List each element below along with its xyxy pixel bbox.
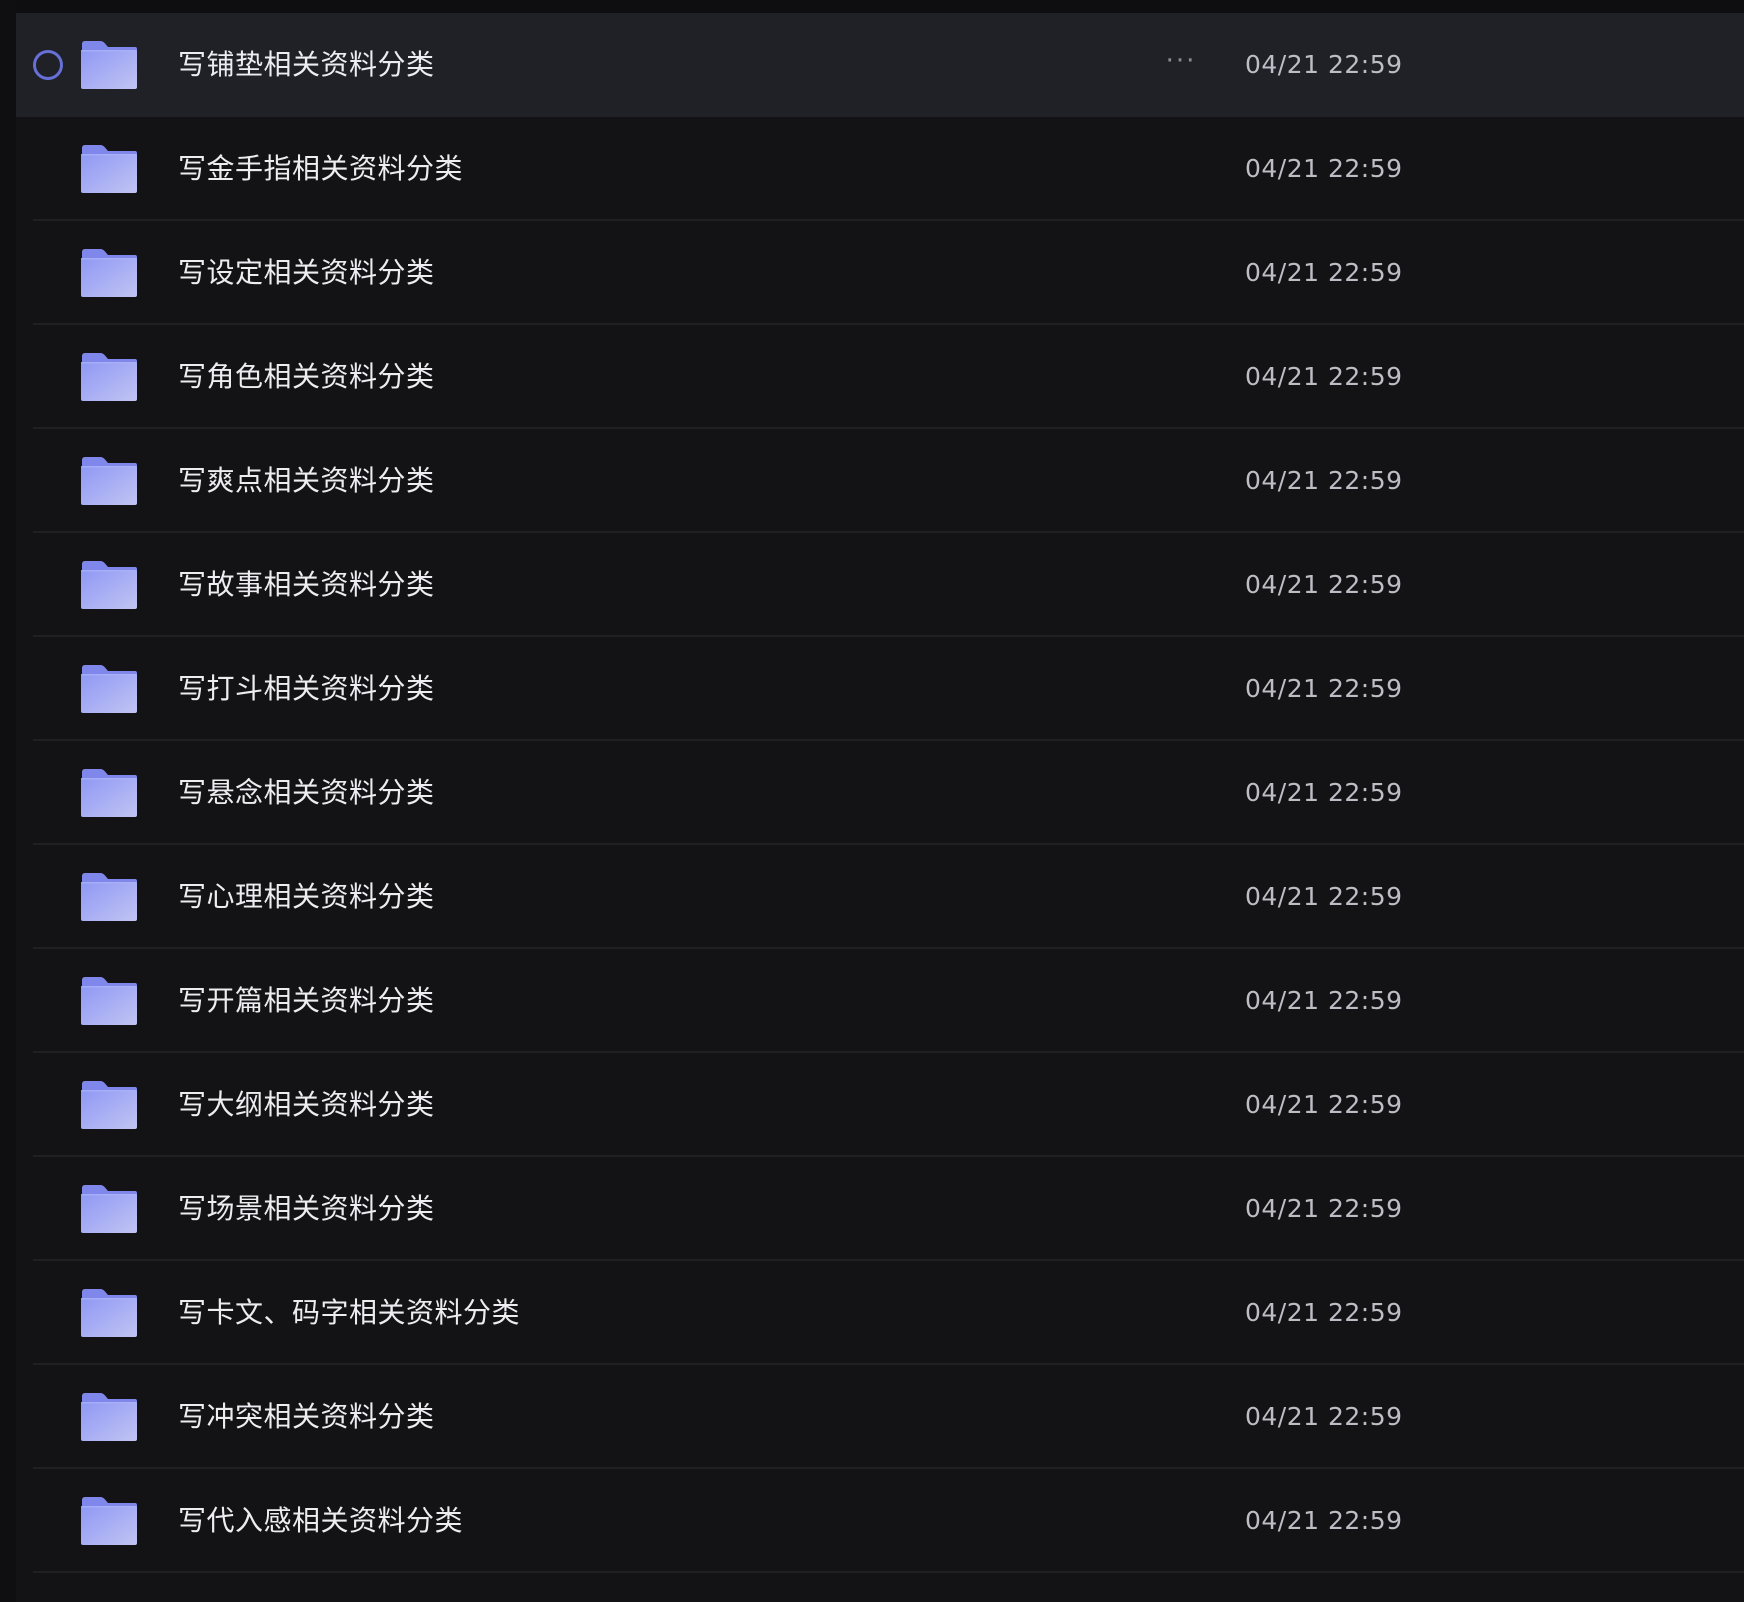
folder-icon xyxy=(80,872,138,922)
file-name[interactable]: 写悬念相关资料分类 xyxy=(178,741,435,845)
modified-date: 04/21 22:59 xyxy=(1245,882,1403,911)
file-row[interactable]: 写卡文、码字相关资料分类 ··· 04/21 22:59 xyxy=(16,1261,1744,1365)
folder-icon xyxy=(80,1184,138,1234)
file-row[interactable]: 写大纲相关资料分类 ··· 04/21 22:59 xyxy=(16,1053,1744,1157)
file-name[interactable]: 写冲突相关资料分类 xyxy=(178,1365,435,1469)
modified-date: 04/21 22:59 xyxy=(1245,1194,1403,1223)
folder-icon xyxy=(80,144,138,194)
select-checkbox[interactable] xyxy=(33,50,63,80)
folder-icon xyxy=(80,976,138,1026)
modified-date: 04/21 22:59 xyxy=(1245,1298,1403,1327)
file-name[interactable]: 写大纲相关资料分类 xyxy=(178,1053,435,1157)
file-name[interactable]: 写铺垫相关资料分类 xyxy=(178,13,435,117)
folder-icon xyxy=(80,40,138,90)
left-edge xyxy=(0,0,16,1602)
modified-date: 04/21 22:59 xyxy=(1245,1402,1403,1431)
folder-icon xyxy=(80,248,138,298)
file-row[interactable]: 写开篇相关资料分类 ··· 04/21 22:59 xyxy=(16,949,1744,1053)
file-name[interactable]: 写开篇相关资料分类 xyxy=(178,949,435,1053)
modified-date: 04/21 22:59 xyxy=(1245,570,1403,599)
folder-icon xyxy=(80,560,138,610)
modified-date: 04/21 22:59 xyxy=(1245,674,1403,703)
modified-date: 04/21 22:59 xyxy=(1245,1506,1403,1535)
modified-date: 04/21 22:59 xyxy=(1245,1090,1403,1119)
file-row[interactable]: 写代入感相关资料分类 ··· 04/21 22:59 xyxy=(16,1469,1744,1573)
file-row[interactable]: 写爽点相关资料分类 ··· 04/21 22:59 xyxy=(16,429,1744,533)
folder-icon xyxy=(80,1496,138,1546)
file-name[interactable]: 写代入感相关资料分类 xyxy=(178,1469,463,1573)
file-name[interactable]: 写金手指相关资料分类 xyxy=(178,117,463,221)
file-row[interactable]: 写冲突相关资料分类 ··· 04/21 22:59 xyxy=(16,1365,1744,1469)
file-browser: 写铺垫相关资料分类 ··· 04/21 22:59 写金手指相关资料分类 ···… xyxy=(0,0,1744,1602)
folder-icon xyxy=(80,1080,138,1130)
folder-icon xyxy=(80,1288,138,1338)
modified-date: 04/21 22:59 xyxy=(1245,986,1403,1015)
file-name[interactable]: 写卡文、码字相关资料分类 xyxy=(178,1261,520,1365)
file-name[interactable]: 写故事相关资料分类 xyxy=(178,533,435,637)
folder-icon xyxy=(80,664,138,714)
file-row[interactable]: 写设定相关资料分类 ··· 04/21 22:59 xyxy=(16,221,1744,325)
modified-date: 04/21 22:59 xyxy=(1245,154,1403,183)
file-row[interactable]: 写场景相关资料分类 ··· 04/21 22:59 xyxy=(16,1157,1744,1261)
file-name[interactable]: 写打斗相关资料分类 xyxy=(178,637,435,741)
file-row[interactable]: 写打斗相关资料分类 ··· 04/21 22:59 xyxy=(16,637,1744,741)
file-list: 写铺垫相关资料分类 ··· 04/21 22:59 写金手指相关资料分类 ···… xyxy=(16,13,1744,1573)
folder-icon xyxy=(80,768,138,818)
file-name[interactable]: 写角色相关资料分类 xyxy=(178,325,435,429)
more-options-button[interactable]: ··· xyxy=(1156,13,1206,117)
folder-icon xyxy=(80,352,138,402)
file-name[interactable]: 写场景相关资料分类 xyxy=(178,1157,435,1261)
file-row[interactable]: 写角色相关资料分类 ··· 04/21 22:59 xyxy=(16,325,1744,429)
top-strip xyxy=(0,0,1744,13)
folder-icon xyxy=(80,1392,138,1442)
modified-date: 04/21 22:59 xyxy=(1245,466,1403,495)
folder-icon xyxy=(80,456,138,506)
file-row[interactable]: 写心理相关资料分类 ··· 04/21 22:59 xyxy=(16,845,1744,949)
modified-date: 04/21 22:59 xyxy=(1245,258,1403,287)
file-name[interactable]: 写设定相关资料分类 xyxy=(178,221,435,325)
modified-date: 04/21 22:59 xyxy=(1245,50,1403,79)
modified-date: 04/21 22:59 xyxy=(1245,778,1403,807)
file-name[interactable]: 写心理相关资料分类 xyxy=(178,845,435,949)
file-row[interactable]: 写故事相关资料分类 ··· 04/21 22:59 xyxy=(16,533,1744,637)
file-row[interactable]: 写悬念相关资料分类 ··· 04/21 22:59 xyxy=(16,741,1744,845)
file-row[interactable]: 写金手指相关资料分类 ··· 04/21 22:59 xyxy=(16,117,1744,221)
file-name[interactable]: 写爽点相关资料分类 xyxy=(178,429,435,533)
file-row[interactable]: 写铺垫相关资料分类 ··· 04/21 22:59 xyxy=(16,13,1744,117)
modified-date: 04/21 22:59 xyxy=(1245,362,1403,391)
